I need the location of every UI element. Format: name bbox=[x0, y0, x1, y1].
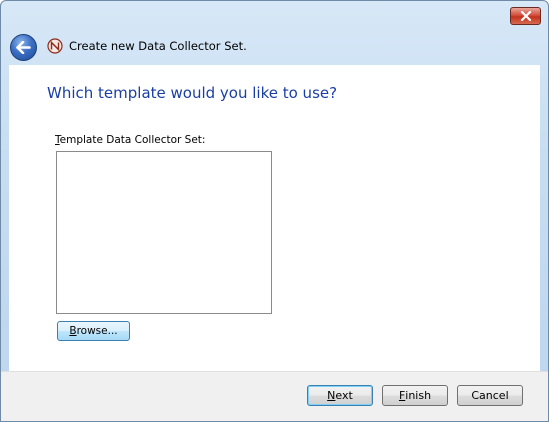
wizard-window: Create new Data Collector Set. Which tem… bbox=[0, 0, 549, 422]
back-arrow-icon bbox=[16, 41, 31, 54]
finish-button[interactable]: Finish bbox=[382, 385, 448, 406]
close-icon bbox=[520, 11, 531, 21]
browse-button[interactable]: Browse... bbox=[57, 321, 130, 341]
data-collector-set-icon bbox=[47, 38, 63, 54]
window-title: Create new Data Collector Set. bbox=[69, 39, 247, 53]
finish-label: inish bbox=[405, 389, 432, 402]
next-label: ext bbox=[335, 389, 353, 402]
template-label-text: emplate Data Collector Set: bbox=[59, 134, 206, 146]
title-bar bbox=[1, 1, 548, 31]
browse-label: rowse... bbox=[76, 325, 118, 337]
next-button[interactable]: Next bbox=[307, 385, 373, 406]
back-button[interactable] bbox=[10, 34, 37, 61]
close-button[interactable] bbox=[510, 7, 541, 25]
cancel-button[interactable]: Cancel bbox=[457, 385, 523, 406]
template-list-label: Template Data Collector Set: bbox=[55, 134, 205, 146]
navigation-bar: Create new Data Collector Set. bbox=[1, 31, 548, 65]
next-mnemonic: N bbox=[327, 389, 336, 402]
page-heading: Which template would you like to use? bbox=[47, 84, 338, 102]
browse-mnemonic: B bbox=[69, 325, 77, 337]
wizard-footer: Next Finish Cancel bbox=[1, 371, 548, 421]
template-listbox[interactable] bbox=[56, 151, 272, 314]
wizard-page: Which template would you like to use? Te… bbox=[9, 65, 540, 371]
